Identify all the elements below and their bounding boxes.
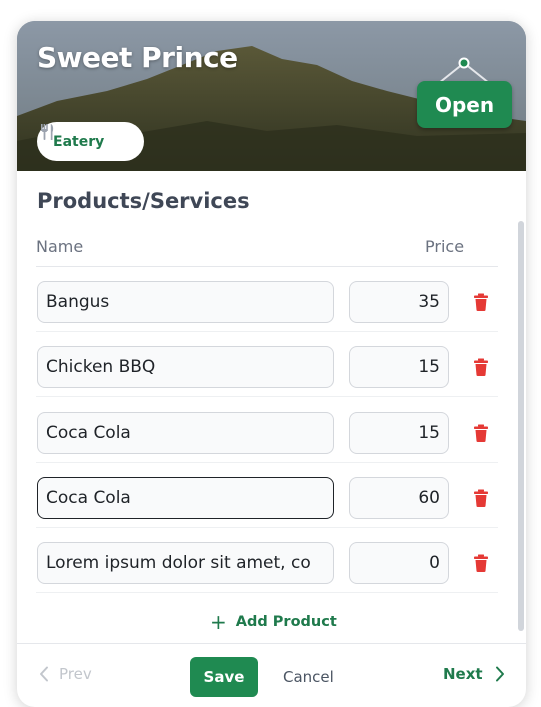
business-name: Sweet Prince (37, 41, 238, 74)
prev-button[interactable]: Prev (39, 665, 92, 683)
column-header-name: Name (36, 237, 84, 256)
trash-icon[interactable] (473, 358, 489, 376)
product-name-input[interactable]: Bangus (37, 281, 334, 323)
next-label: Next (443, 665, 483, 683)
product-price-input[interactable]: 15 (349, 346, 449, 388)
open-status-label: Open (417, 81, 512, 128)
product-row: Bangus 35 (36, 267, 498, 332)
header-banner: Sweet Prince Eatery Open (17, 21, 526, 171)
product-name-input[interactable]: Coca Cola (37, 412, 334, 454)
product-price-input[interactable]: 15 (349, 412, 449, 454)
product-name-input[interactable]: Coca Cola (37, 477, 334, 519)
product-name-input[interactable]: Lorem ipsum dolor sit amet, co (37, 542, 334, 584)
save-button[interactable]: Save (190, 657, 258, 697)
chevron-left-icon (40, 666, 48, 682)
product-row: Coca Cola 15 (36, 398, 498, 463)
column-header-price: Price (425, 237, 465, 256)
prev-label: Prev (59, 665, 92, 683)
add-product-button[interactable]: + Add Product (210, 610, 337, 634)
trash-icon[interactable] (473, 554, 489, 572)
product-row: Lorem ipsum dolor sit amet, co 0 (36, 528, 498, 593)
utensils-icon (41, 124, 54, 140)
trash-icon[interactable] (473, 293, 489, 311)
product-price-input[interactable]: 0 (349, 542, 449, 584)
trash-icon[interactable] (473, 424, 489, 442)
trash-icon[interactable] (473, 489, 489, 507)
chevron-right-icon (495, 666, 504, 682)
plus-icon: + (210, 610, 227, 634)
next-button[interactable]: Next (443, 665, 505, 683)
product-row: Coca Cola 60 (36, 463, 498, 528)
divider (17, 643, 526, 644)
open-sign: Open (417, 56, 513, 130)
product-row: Chicken BBQ 15 (36, 332, 498, 397)
scrollbar[interactable] (518, 221, 524, 631)
cancel-button[interactable]: Cancel (283, 668, 334, 686)
add-product-label: Add Product (235, 614, 337, 630)
category-label: Eatery (53, 133, 105, 150)
category-badge[interactable]: Eatery (37, 122, 144, 161)
product-price-input[interactable]: 35 (349, 281, 449, 323)
section-title: Products/Services (37, 189, 250, 213)
product-price-input[interactable]: 60 (349, 477, 449, 519)
business-card: Sweet Prince Eatery Open Products/Servic… (17, 21, 526, 707)
product-name-input[interactable]: Chicken BBQ (37, 346, 334, 388)
